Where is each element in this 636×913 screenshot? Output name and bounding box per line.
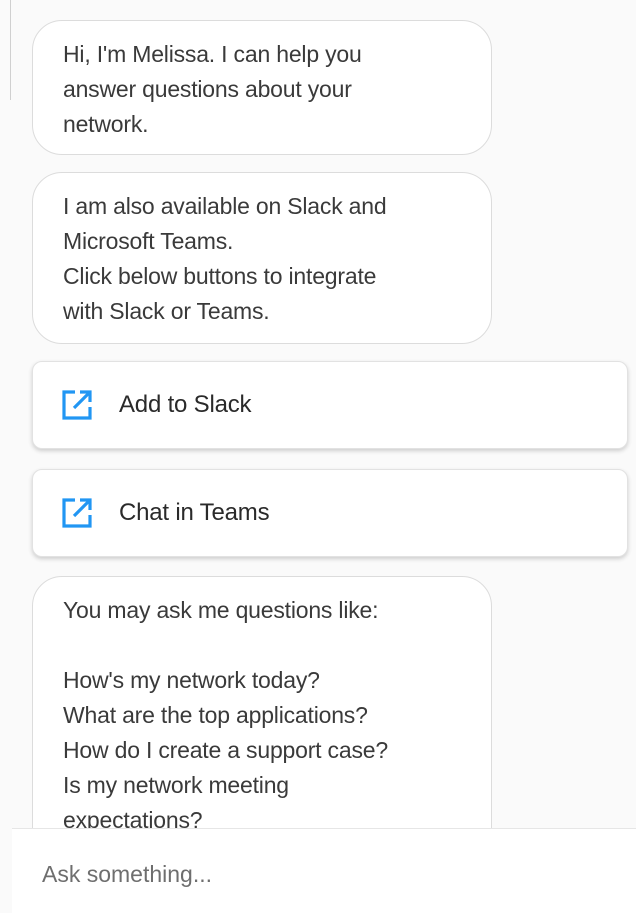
message-composer bbox=[12, 828, 636, 913]
add-to-slack-label: Add to Slack bbox=[119, 391, 252, 418]
external-link-icon bbox=[59, 387, 95, 423]
bot-message-integrations: I am also available on Slack and Microso… bbox=[32, 172, 492, 344]
add-to-slack-button[interactable]: Add to Slack bbox=[32, 361, 628, 449]
chat-in-teams-button[interactable]: Chat in Teams bbox=[32, 469, 628, 557]
bot-message-greeting: Hi, I'm Melissa. I can help you answer q… bbox=[32, 20, 492, 155]
external-link-icon bbox=[59, 495, 95, 531]
bot-message-suggestions: You may ask me questions like: How's my … bbox=[32, 576, 492, 828]
chat-window: Hi, I'm Melissa. I can help you answer q… bbox=[0, 0, 636, 913]
ask-something-input[interactable] bbox=[40, 855, 604, 893]
message-list[interactable]: Hi, I'm Melissa. I can help you answer q… bbox=[0, 0, 636, 828]
chat-in-teams-label: Chat in Teams bbox=[119, 499, 270, 526]
